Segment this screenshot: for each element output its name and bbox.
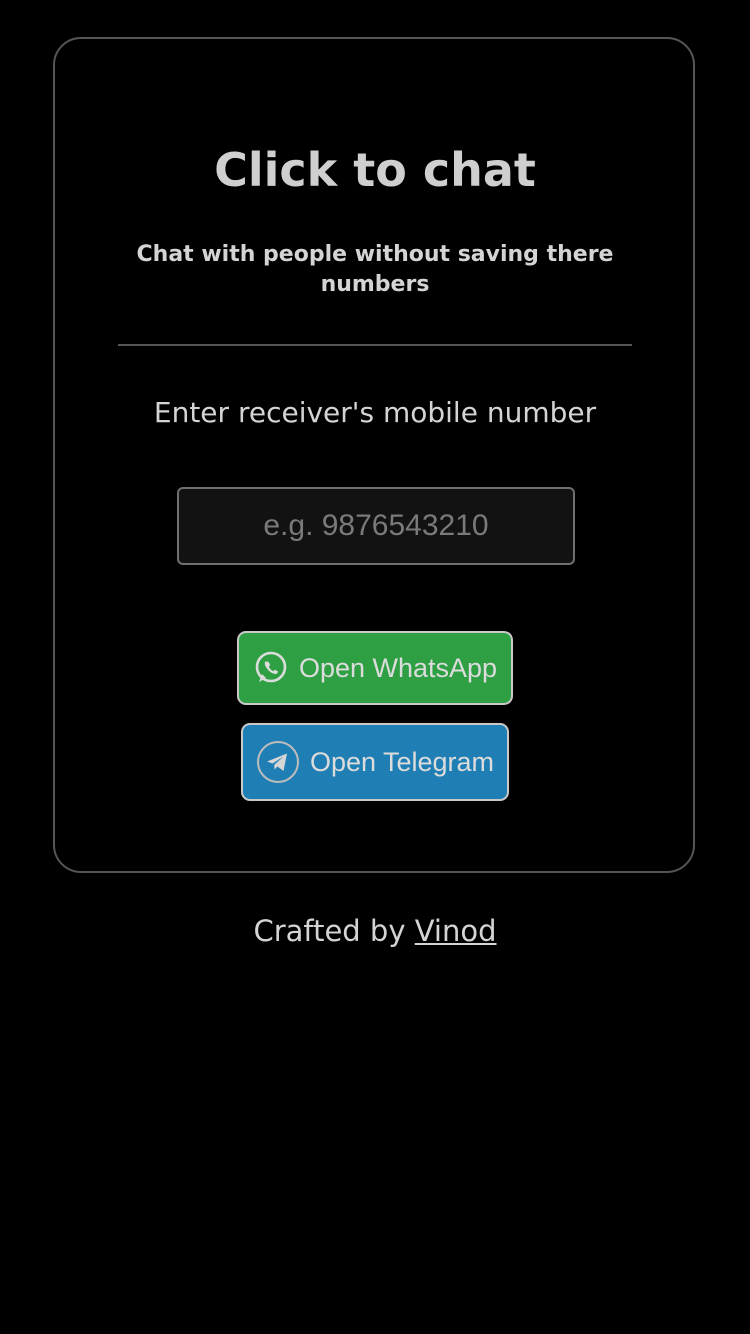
- whatsapp-icon: [253, 650, 289, 686]
- page-title: Click to chat: [214, 143, 536, 197]
- telegram-icon: [256, 740, 300, 784]
- open-telegram-button[interactable]: Open Telegram: [241, 723, 509, 801]
- open-telegram-label: Open Telegram: [309, 746, 495, 777]
- phone-prompt-label: Enter receiver's mobile number: [153, 396, 597, 429]
- phone-number-input[interactable]: [177, 487, 575, 565]
- author-link[interactable]: Vinod: [415, 914, 497, 948]
- footer: Crafted by Vinod: [0, 910, 750, 952]
- page-subtitle: Chat with people without saving there nu…: [136, 242, 614, 297]
- footer-prefix: Crafted by: [253, 914, 406, 948]
- open-whatsapp-label: Open WhatsApp: [298, 652, 498, 683]
- open-whatsapp-button[interactable]: Open WhatsApp: [237, 631, 513, 705]
- divider: [118, 344, 632, 346]
